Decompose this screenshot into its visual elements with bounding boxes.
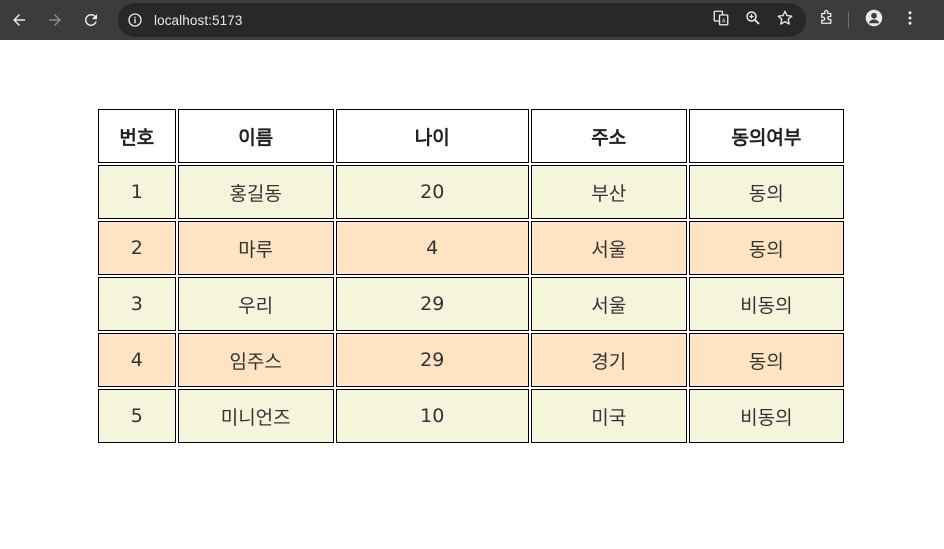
cell-number: 1 bbox=[98, 165, 176, 219]
cell-address: 서울 bbox=[530, 221, 687, 275]
forward-button[interactable] bbox=[39, 4, 71, 36]
cell-consent: 동의 bbox=[688, 165, 844, 219]
cell-address: 부산 bbox=[530, 165, 687, 219]
url-text[interactable]: localhost:5173 bbox=[154, 13, 242, 28]
zoom-icon[interactable] bbox=[744, 9, 762, 31]
reload-button[interactable] bbox=[75, 4, 107, 36]
table-row: 3 우리 29 서울 비동의 bbox=[98, 277, 844, 331]
cell-name: 마루 bbox=[177, 221, 334, 275]
table-row: 1 홍길동 20 부산 동의 bbox=[98, 165, 844, 219]
table-header-row: 번호 이름 나이 주소 동의여부 bbox=[98, 109, 844, 163]
site-info-icon[interactable] bbox=[126, 11, 144, 29]
bookmark-star-icon[interactable] bbox=[776, 9, 794, 31]
header-consent: 동의여부 bbox=[688, 109, 844, 163]
cell-name: 미니언즈 bbox=[177, 389, 334, 443]
toolbar-right bbox=[818, 0, 919, 40]
arrow-left-icon bbox=[13, 14, 25, 26]
address-bar[interactable]: localhost:5173 A bbox=[118, 3, 806, 37]
cell-age: 29 bbox=[335, 333, 529, 387]
cell-number: 4 bbox=[98, 333, 176, 387]
header-age: 나이 bbox=[335, 109, 529, 163]
table-row: 5 미니언즈 10 미국 비동의 bbox=[98, 389, 844, 443]
cell-name: 홍길동 bbox=[177, 165, 334, 219]
reload-icon bbox=[84, 13, 97, 26]
cell-consent: 비동의 bbox=[688, 277, 844, 331]
table-row: 2 마루 4 서울 동의 bbox=[98, 221, 844, 275]
cell-number: 2 bbox=[98, 221, 176, 275]
cell-address: 경기 bbox=[530, 333, 687, 387]
cell-age: 20 bbox=[335, 165, 529, 219]
header-number: 번호 bbox=[98, 109, 176, 163]
user-table: 번호 이름 나이 주소 동의여부 1 홍길동 20 부산 동의 2 마루 4 서… bbox=[96, 107, 846, 445]
header-name: 이름 bbox=[177, 109, 334, 163]
cell-address: 미국 bbox=[530, 389, 687, 443]
cell-name: 임주스 bbox=[177, 333, 334, 387]
table-row: 4 임주스 29 경기 동의 bbox=[98, 333, 844, 387]
toolbar-divider bbox=[848, 12, 849, 28]
extensions-icon[interactable] bbox=[818, 9, 836, 31]
cell-consent: 동의 bbox=[688, 333, 844, 387]
cell-number: 3 bbox=[98, 277, 176, 331]
svg-text:A: A bbox=[722, 19, 726, 25]
back-button[interactable] bbox=[3, 4, 35, 36]
cell-age: 10 bbox=[335, 389, 529, 443]
header-address: 주소 bbox=[530, 109, 687, 163]
page-content: 번호 이름 나이 주소 동의여부 1 홍길동 20 부산 동의 2 마루 4 서… bbox=[0, 40, 944, 549]
browser-toolbar: localhost:5173 A bbox=[0, 0, 944, 40]
cell-consent: 비동의 bbox=[688, 389, 844, 443]
cell-name: 우리 bbox=[177, 277, 334, 331]
translate-icon[interactable]: A bbox=[712, 9, 730, 31]
cell-address: 서울 bbox=[530, 277, 687, 331]
menu-kebab-icon[interactable] bbox=[901, 9, 919, 31]
cell-age: 29 bbox=[335, 277, 529, 331]
cell-age: 4 bbox=[335, 221, 529, 275]
profile-avatar-icon[interactable] bbox=[865, 9, 883, 31]
cell-consent: 동의 bbox=[688, 221, 844, 275]
arrow-right-icon bbox=[49, 14, 61, 26]
cell-number: 5 bbox=[98, 389, 176, 443]
